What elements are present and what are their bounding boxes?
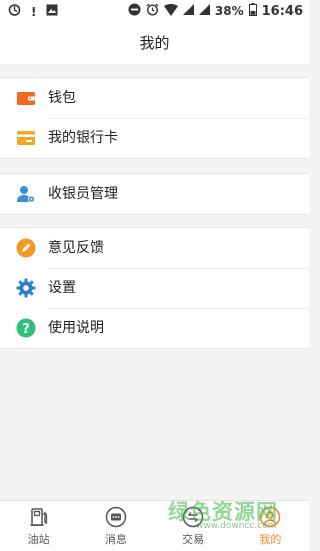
alert-icon: !	[31, 4, 37, 19]
menu-item-label: 收银员管理	[48, 186, 118, 202]
tab-label: 我的	[259, 533, 282, 546]
wifi-icon	[163, 3, 178, 19]
image-notification-icon	[46, 4, 58, 20]
signal-icon	[198, 4, 210, 18]
wallet-icon	[16, 88, 36, 108]
signal-icon	[182, 4, 194, 18]
tab-label: 消息	[104, 533, 127, 546]
alarm-icon	[146, 3, 159, 19]
menu-item-label: 设置	[48, 280, 76, 296]
menu-item-label: 使用说明	[48, 320, 104, 336]
page-title-bar: 我的	[0, 24, 309, 64]
bottom-tab-bar: 油站 消息 交易 我的	[0, 500, 309, 551]
menu-item-label: 我的银行卡	[48, 130, 118, 146]
app-notification-icon	[8, 3, 21, 20]
menu-group-cashier: 收银员管理	[0, 173, 309, 215]
menu-item-bank-card[interactable]: 我的银行卡	[0, 118, 309, 158]
transaction-icon	[182, 506, 204, 528]
menu-item-feedback[interactable]: 意见反馈	[0, 228, 309, 268]
gas-station-icon	[28, 506, 50, 528]
bank-card-icon	[16, 128, 36, 148]
tab-messages[interactable]: 消息	[77, 501, 154, 551]
tab-transactions[interactable]: 交易	[155, 501, 232, 551]
tab-profile[interactable]: 我的	[232, 501, 309, 551]
battery-icon	[248, 3, 257, 19]
menu-item-label: 钱包	[48, 90, 76, 106]
menu-item-instructions[interactable]: ? 使用说明	[0, 308, 309, 348]
tab-label: 交易	[182, 533, 205, 546]
tab-gas-station[interactable]: 油站	[0, 501, 77, 551]
profile-icon	[259, 506, 281, 528]
menu-group-account: 钱包 我的银行卡	[0, 77, 309, 159]
menu-item-cashier-management[interactable]: 收银员管理	[0, 174, 309, 214]
menu-group-general: 意见反馈 设置 ? 使用说明	[0, 227, 309, 349]
page-title: 我的	[139, 34, 170, 52]
battery-percent: 38%	[214, 4, 244, 18]
tab-label: 油站	[27, 533, 50, 546]
menu-item-label: 意见反馈	[48, 240, 104, 256]
gear-icon	[16, 278, 36, 298]
svg-text:?: ?	[22, 322, 30, 337]
cashier-user-icon	[16, 184, 36, 204]
help-icon: ?	[16, 318, 36, 338]
menu-item-wallet[interactable]: 钱包	[0, 78, 309, 118]
feedback-pencil-icon	[16, 238, 36, 258]
do-not-disturb-icon	[128, 3, 141, 19]
message-icon	[105, 506, 127, 528]
status-bar: ! 38% 16:46	[0, 0, 309, 24]
menu-item-settings[interactable]: 设置	[0, 268, 309, 308]
clock: 16:46	[261, 3, 303, 19]
